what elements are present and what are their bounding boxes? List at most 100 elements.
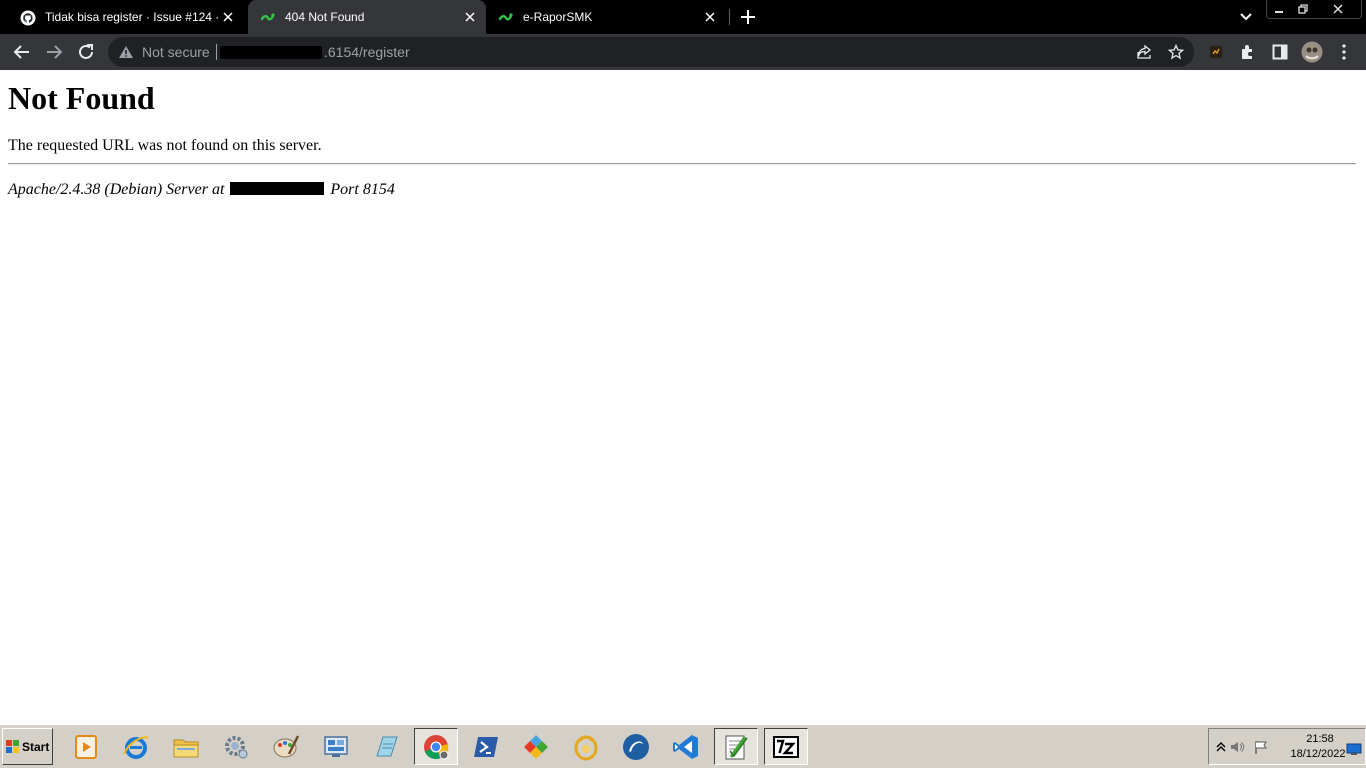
- taskbar-control-panel[interactable]: [314, 728, 358, 765]
- tab-erapor-smk[interactable]: e-RaporSMK: [486, 0, 726, 34]
- minimize-icon: [1275, 10, 1283, 13]
- tab-title: e-RaporSMK: [523, 10, 593, 24]
- taskbar-vscode[interactable]: [664, 728, 708, 765]
- control-panel-icon: [324, 735, 348, 757]
- new-tab-button[interactable]: [738, 7, 758, 27]
- arrow-right-icon: [47, 45, 63, 59]
- minimize-button[interactable]: [1267, 0, 1291, 17]
- notepad-icon: [376, 736, 398, 756]
- page-title: Not Found: [8, 80, 155, 116]
- notepad-plus-icon: [725, 735, 748, 759]
- clock-time[interactable]: 21:58: [1295, 733, 1345, 745]
- taskbar-internet-explorer[interactable]: [114, 728, 158, 765]
- chevron-down-icon: [1240, 13, 1252, 21]
- warning-icon: [119, 46, 133, 58]
- close-icon: [223, 12, 233, 22]
- address-bar[interactable]: Not secure .6154/register: [108, 37, 1194, 67]
- restore-icon: [1298, 3, 1308, 14]
- close-window-button[interactable]: [1315, 0, 1361, 17]
- reload-icon: [79, 44, 93, 59]
- reload-button[interactable]: [74, 40, 98, 64]
- server-signature-suffix: Port 8154: [330, 181, 395, 198]
- tab-strip: Tidak bisa register · Issue #124 · er 40…: [0, 0, 1366, 34]
- divider: [8, 163, 1356, 165]
- more-vert-icon: [1342, 44, 1346, 60]
- chrome-icon: [424, 734, 449, 759]
- tab-search-button[interactable]: [1237, 8, 1255, 26]
- side-panel-icon: [1272, 44, 1288, 60]
- start-button[interactable]: Start: [2, 728, 53, 765]
- taskbar-git[interactable]: [514, 728, 558, 765]
- back-button[interactable]: [10, 40, 34, 64]
- taskbar-7zip[interactable]: [764, 728, 808, 765]
- restore-button[interactable]: [1291, 0, 1315, 17]
- tab-404-not-found[interactable]: 404 Not Found: [248, 0, 486, 34]
- navicat-icon: [574, 735, 598, 760]
- redaction-bar: [230, 182, 325, 195]
- url-visible: .6154/register: [324, 44, 410, 60]
- arrow-left-icon: [13, 45, 29, 59]
- taskbar: Start 21:58 18/12/2022: [0, 724, 1366, 768]
- taskbar-mysql-workbench[interactable]: [614, 728, 658, 765]
- taskbar-file-explorer[interactable]: [164, 728, 208, 765]
- url-text[interactable]: .6154/register: [220, 44, 410, 60]
- page-content: Not Found The requested URL was not foun…: [0, 71, 1366, 724]
- error-message: The requested URL was not found on this …: [8, 137, 322, 154]
- security-label[interactable]: Not secure: [142, 44, 210, 60]
- chevron-up-icon[interactable]: [1213, 739, 1229, 755]
- tab-close-button[interactable]: [220, 9, 236, 25]
- omnibox-separator: [216, 44, 217, 60]
- taskbar-paint[interactable]: [264, 728, 308, 765]
- share-icon[interactable]: [1136, 44, 1152, 60]
- tab-github-issue[interactable]: Tidak bisa register · Issue #124 · er: [8, 0, 244, 34]
- plus-icon: [741, 10, 755, 24]
- clock-date[interactable]: 18/12/2022: [1283, 748, 1353, 760]
- powershell-icon: [474, 736, 498, 757]
- taskbar-chrome[interactable]: [414, 728, 458, 765]
- erapor-icon: [498, 13, 513, 21]
- taskbar-notepad[interactable]: [364, 728, 408, 765]
- window-controls: [1266, 0, 1362, 19]
- extension-button[interactable]: [1204, 40, 1228, 64]
- tab-divider: [729, 9, 730, 25]
- bookmark-star-icon[interactable]: [1168, 44, 1184, 60]
- paint-icon: [273, 734, 300, 757]
- internet-explorer-icon: [123, 735, 149, 759]
- settings-gear-icon: [225, 735, 248, 758]
- start-label: Start: [22, 739, 50, 754]
- system-tray: 21:58 18/12/2022: [1208, 728, 1366, 765]
- close-icon: [705, 12, 715, 22]
- vscode-icon: [673, 734, 698, 759]
- 7zip-icon: [773, 735, 799, 758]
- flag-icon[interactable]: [1253, 739, 1269, 755]
- taskbar-notepad-plus[interactable]: [714, 728, 758, 765]
- tab-title: 404 Not Found: [285, 10, 365, 24]
- file-explorer-icon: [173, 739, 199, 757]
- media-player-icon: [75, 734, 97, 759]
- tab-title: Tidak bisa register · Issue #124 · er: [45, 10, 219, 24]
- menu-button[interactable]: [1332, 40, 1356, 64]
- redaction-bar: [220, 46, 322, 59]
- puzzle-icon: [1242, 45, 1252, 59]
- taskbar-settings[interactable]: [214, 728, 258, 765]
- server-signature-prefix: Apache/2.4.38 (Debian) Server at: [8, 181, 225, 198]
- git-icon: [524, 734, 548, 759]
- forward-button[interactable]: [42, 40, 66, 64]
- profile-button[interactable]: [1300, 40, 1324, 64]
- browser-toolbar: Not secure .6154/register: [0, 34, 1366, 70]
- side-panel-button[interactable]: [1268, 40, 1292, 64]
- tab-close-button[interactable]: [702, 9, 718, 25]
- extensions-button[interactable]: [1236, 40, 1260, 64]
- windows-logo-icon: [6, 739, 19, 753]
- erapor-icon: [260, 13, 275, 21]
- server-signature: Apache/2.4.38 (Debian) Server at Port 81…: [8, 181, 395, 199]
- show-desktop-icon[interactable]: [1346, 741, 1362, 757]
- taskbar-navicat[interactable]: [564, 728, 608, 765]
- volume-icon[interactable]: [1229, 739, 1245, 755]
- avatar: [1301, 41, 1323, 63]
- tab-close-button[interactable]: [462, 9, 478, 25]
- extension-app-icon: [1210, 46, 1222, 58]
- close-icon: [1333, 3, 1343, 14]
- taskbar-powershell[interactable]: [464, 728, 508, 765]
- taskbar-media-player[interactable]: [64, 728, 108, 765]
